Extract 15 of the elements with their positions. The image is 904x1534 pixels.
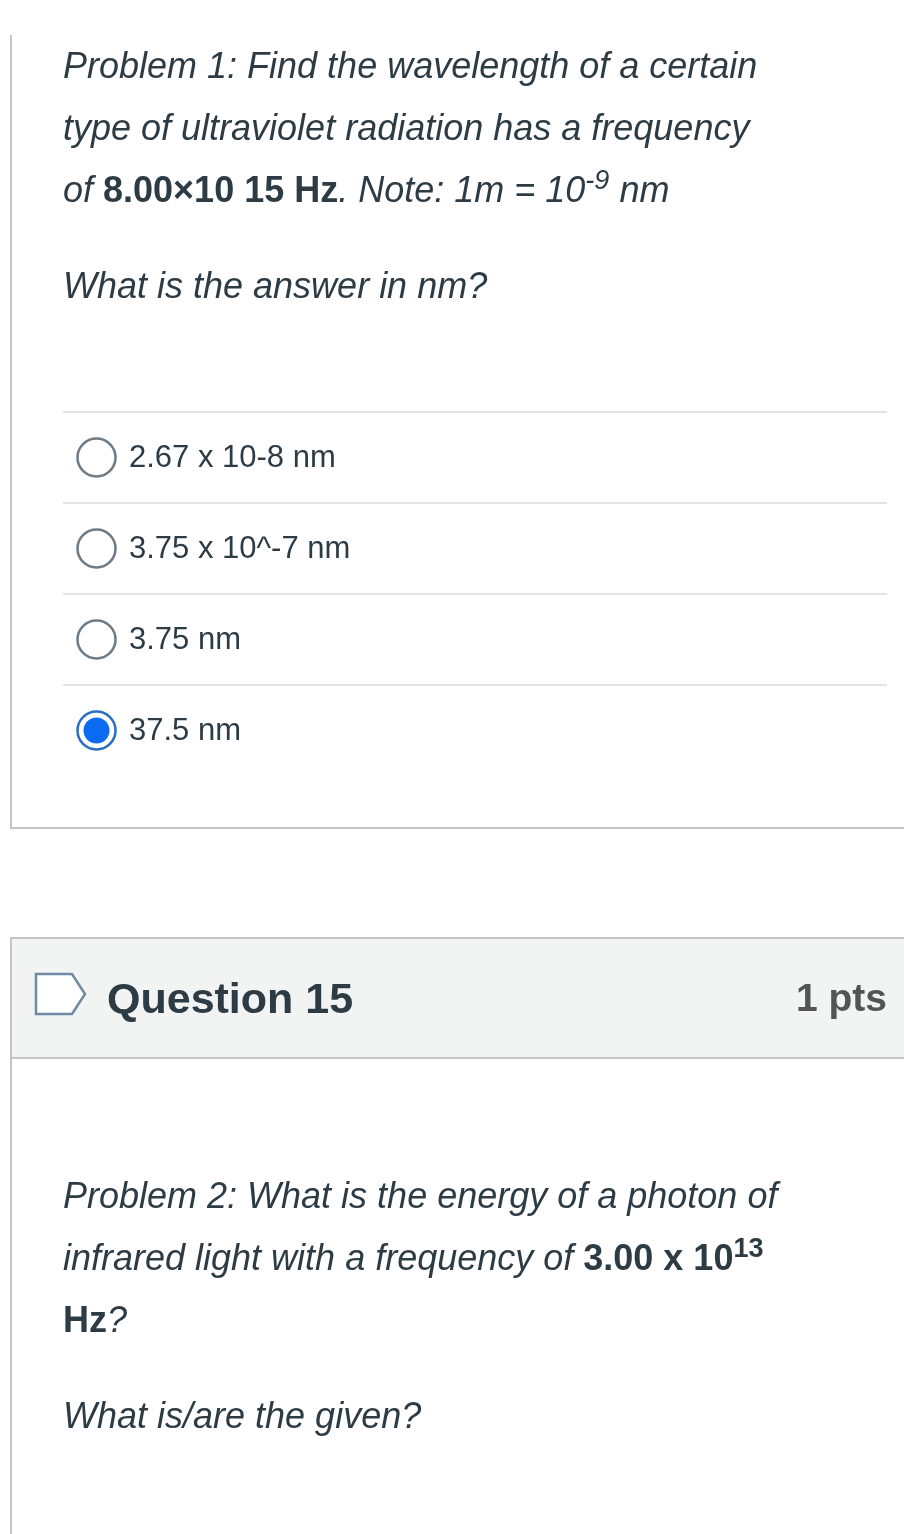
question-text: What is the answer in nm? — [63, 264, 489, 308]
tag-icon[interactable] — [34, 972, 87, 1016]
answer-text: 2.67 x 10-8 nm — [129, 438, 336, 477]
radio-button[interactable] — [76, 710, 117, 751]
radio-button[interactable] — [76, 619, 117, 660]
question-title: Question 15 — [107, 972, 354, 1024]
answer-text: 37.5 nm — [129, 711, 241, 750]
question-text: Problem 2: What is the energy of a photon of infrared light with a frequency of 3.00 x 10$^{13}$ Hz? — [63, 1165, 789, 1351]
question-text: What is/are the given? — [63, 1394, 423, 1438]
points-label: 1 pts — [795, 974, 887, 1021]
question-text: Problem 1: Find the wavelength of a certain type of ultraviolet radiation has a frequency of 8.00×10 15 Hz. Note: 1m = 10$^{-9}$ nm — [63, 44, 759, 212]
answer-text: 3.75 nm — [129, 620, 241, 659]
radio-button[interactable] — [76, 437, 117, 478]
radio-button[interactable] — [76, 528, 117, 569]
answer-text: 3.75 x 10^-7 nm — [129, 529, 351, 568]
